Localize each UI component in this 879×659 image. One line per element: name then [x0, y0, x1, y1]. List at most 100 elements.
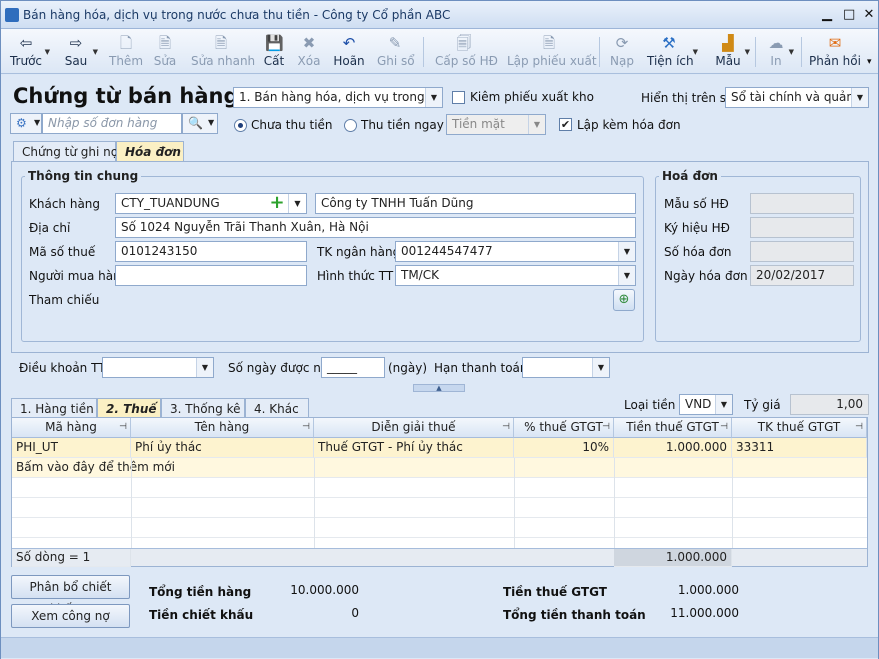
search-icon: 🔍 — [188, 116, 203, 130]
paid-label: Thu tiền ngay — [361, 118, 444, 132]
payment-type-select[interactable]: TM/CK ▼ — [395, 265, 636, 286]
buyer-input[interactable] — [115, 265, 307, 286]
currency-select[interactable]: VND ▼ — [679, 394, 733, 415]
cell-vat-amount[interactable]: 1.000.000 — [614, 438, 732, 458]
chevron-down-icon[interactable]: ▼ — [288, 194, 306, 213]
allocate-discount-button[interactable]: Phân bổ chiết khấu... — [11, 575, 130, 616]
export-checkbox[interactable] — [452, 91, 465, 104]
edit-document-icon: 🗎 — [158, 34, 172, 52]
cell-item-code[interactable]: PHI_UT — [12, 438, 131, 458]
utilities-button[interactable]: ⚒ Tiện ích ▼ — [647, 32, 698, 72]
pin-icon: ⊣ — [855, 422, 863, 432]
delete-button[interactable]: ✖ Xóa — [297, 32, 321, 72]
buyer-label: Người mua hàng — [29, 269, 129, 283]
order-search-input[interactable]: Nhập số đơn hàng — [42, 113, 182, 134]
order-picker-button[interactable]: ⚙ ▼ — [10, 113, 42, 134]
invoice-number-icon: 🗐 — [456, 34, 472, 52]
payment-method-select[interactable]: Tiền mặt ▼ — [446, 114, 546, 135]
export-checkbox-label: Kiêm phiếu xuất kho — [470, 90, 594, 104]
add-customer-icon[interactable]: + — [267, 194, 287, 213]
invoice-symbol-input[interactable] — [750, 217, 854, 238]
grid-line — [514, 458, 515, 548]
invoice-form-input[interactable] — [750, 193, 854, 214]
col-header-vat-amount[interactable]: Tiền thuế GTGT ⊣ — [614, 418, 732, 438]
cell-vat-rate[interactable]: 10% — [514, 438, 614, 458]
invoice-symbol-label: Ký hiệu HĐ — [664, 221, 730, 235]
cell-tax-desc[interactable]: Thuế GTGT - Phí ủy thác — [314, 438, 514, 458]
pin-icon: ⊣ — [502, 422, 510, 432]
payment-terms-select[interactable]: ▼ — [102, 357, 214, 378]
cell-vat-account[interactable]: 33311 — [732, 438, 867, 458]
app-window: Bán hàng hóa, dịch vụ trong nước chưa th… — [0, 0, 879, 659]
cell-item-name[interactable]: Phí ủy thác — [131, 438, 314, 458]
close-icon[interactable]: ✕ — [863, 8, 875, 21]
row-count: Số dòng = 1 — [12, 549, 131, 567]
edit-button[interactable]: 🗎 Sửa — [153, 32, 177, 72]
reload-icon: ⟳ — [615, 34, 629, 52]
feedback-button[interactable]: ✉ Phản hồi — [809, 32, 861, 72]
bank-account-label: TK ngân hàng — [317, 245, 401, 259]
undo-button[interactable]: ↶ Hoãn — [333, 32, 365, 72]
reload-button[interactable]: ⟳ Nạp — [609, 32, 635, 72]
minimize-icon[interactable]: ▁ — [821, 8, 833, 21]
table-row[interactable]: PHI_UT Phí ủy thác Thuế GTGT - Phí ủy th… — [12, 438, 867, 458]
order-picker-icon: ⚙ — [16, 116, 27, 130]
col-header-vat-account[interactable]: TK thuế GTGT ⊣ — [732, 418, 867, 438]
add-button[interactable]: 🗋 Thêm — [109, 32, 143, 72]
credit-days-input[interactable]: _____ — [321, 357, 385, 378]
window-title: Bán hàng hóa, dịch vụ trong nước chưa th… — [23, 8, 451, 22]
paid-radio[interactable] — [344, 119, 357, 132]
bank-account-select[interactable]: 001244547477 ▼ — [395, 241, 636, 262]
with-invoice-checkbox[interactable]: ✔ — [559, 118, 572, 131]
tab-statistics[interactable]: 3. Thống kê — [161, 398, 245, 419]
invoice-date-input[interactable]: 20/02/2017 — [750, 265, 854, 286]
due-date-picker[interactable]: ▼ — [522, 357, 610, 378]
chevron-down-icon: ▼ — [851, 88, 868, 107]
tab-tax[interactable]: 2. Thuế — [97, 398, 161, 419]
chevron-down-icon: ▼ — [592, 358, 609, 377]
quick-edit-button[interactable]: 🗎 Sửa nhanh — [191, 32, 255, 72]
post-ledger-icon: ✎ — [388, 34, 402, 52]
chevron-down-icon: ▼ — [618, 266, 635, 285]
prev-button[interactable]: ⇦ Trước ▼ — [9, 32, 50, 72]
search-button[interactable]: 🔍 ▼ — [182, 113, 218, 134]
tab-other[interactable]: 4. Khác — [245, 398, 309, 419]
exchange-rate-input[interactable]: 1,00 — [790, 394, 869, 415]
next-button[interactable]: ⇨ Sau ▼ — [61, 32, 98, 72]
collapse-handle[interactable]: ▲ — [413, 384, 465, 392]
address-input[interactable]: Số 1024 Nguyễn Trãi Thanh Xuân, Hà Nội — [115, 217, 636, 238]
reference-search-icon[interactable]: ⊕ — [613, 289, 635, 311]
post-button[interactable]: ✎ Ghi sổ — [377, 32, 415, 72]
grid-line — [614, 458, 615, 548]
save-button[interactable]: 💾 Cất — [263, 32, 285, 72]
invoice-number-input[interactable] — [750, 241, 854, 262]
tax-code-input[interactable]: 0101243150 — [115, 241, 307, 262]
add-new-row[interactable]: Bấm vào đây để thêm mới — [12, 458, 867, 478]
tab-invoice[interactable]: Hóa đơn — [116, 141, 184, 162]
unpaid-radio[interactable] — [234, 119, 247, 132]
ledger-select[interactable]: Sổ tài chính và quản trị ▼ — [725, 87, 869, 108]
col-header-vat-rate[interactable]: % thuế GTGT ⊣ — [514, 418, 614, 438]
tab-debit-voucher[interactable]: Chứng từ ghi nợ — [13, 141, 118, 162]
col-header-item-code[interactable]: Mã hàng ⊣ — [12, 418, 131, 438]
maximize-icon[interactable]: □ — [843, 8, 855, 21]
payment-terms-label: Điều khoản TT — [19, 361, 106, 375]
col-header-tax-desc[interactable]: Diễn giải thuế ⊣ — [314, 418, 514, 438]
toolbar-separator — [755, 37, 756, 67]
general-info-legend: Thông tin chung — [25, 169, 142, 183]
template-icon: ▟ — [722, 34, 734, 52]
toolbar-overflow-icon[interactable]: ▾ — [867, 57, 872, 67]
col-header-item-name[interactable]: Tên hàng ⊣ — [131, 418, 314, 438]
print-button[interactable]: ☁ In ▼ — [765, 32, 795, 72]
reference-label: Tham chiếu — [29, 293, 100, 307]
grid-line — [732, 458, 733, 548]
template-button[interactable]: ▟ Mẫu ▼ — [713, 32, 750, 72]
tab-goods-money[interactable]: 1. Hàng tiền — [11, 398, 97, 419]
invoice-legend: Hoá đơn — [659, 169, 721, 183]
create-voucher-button[interactable]: 🗎 Lập phiếu xuất — [507, 32, 597, 72]
customer-name-input[interactable]: Công ty TNHH Tuấn Dũng — [315, 193, 636, 214]
voucher-type-select[interactable]: 1. Bán hàng hóa, dịch vụ trong nước ▼ — [233, 87, 443, 108]
title-bar: Bán hàng hóa, dịch vụ trong nước chưa th… — [1, 1, 878, 29]
view-debt-button[interactable]: Xem công nợ — [11, 604, 130, 628]
invoice-number-button[interactable]: 🗐 Cấp số HĐ — [435, 32, 498, 72]
